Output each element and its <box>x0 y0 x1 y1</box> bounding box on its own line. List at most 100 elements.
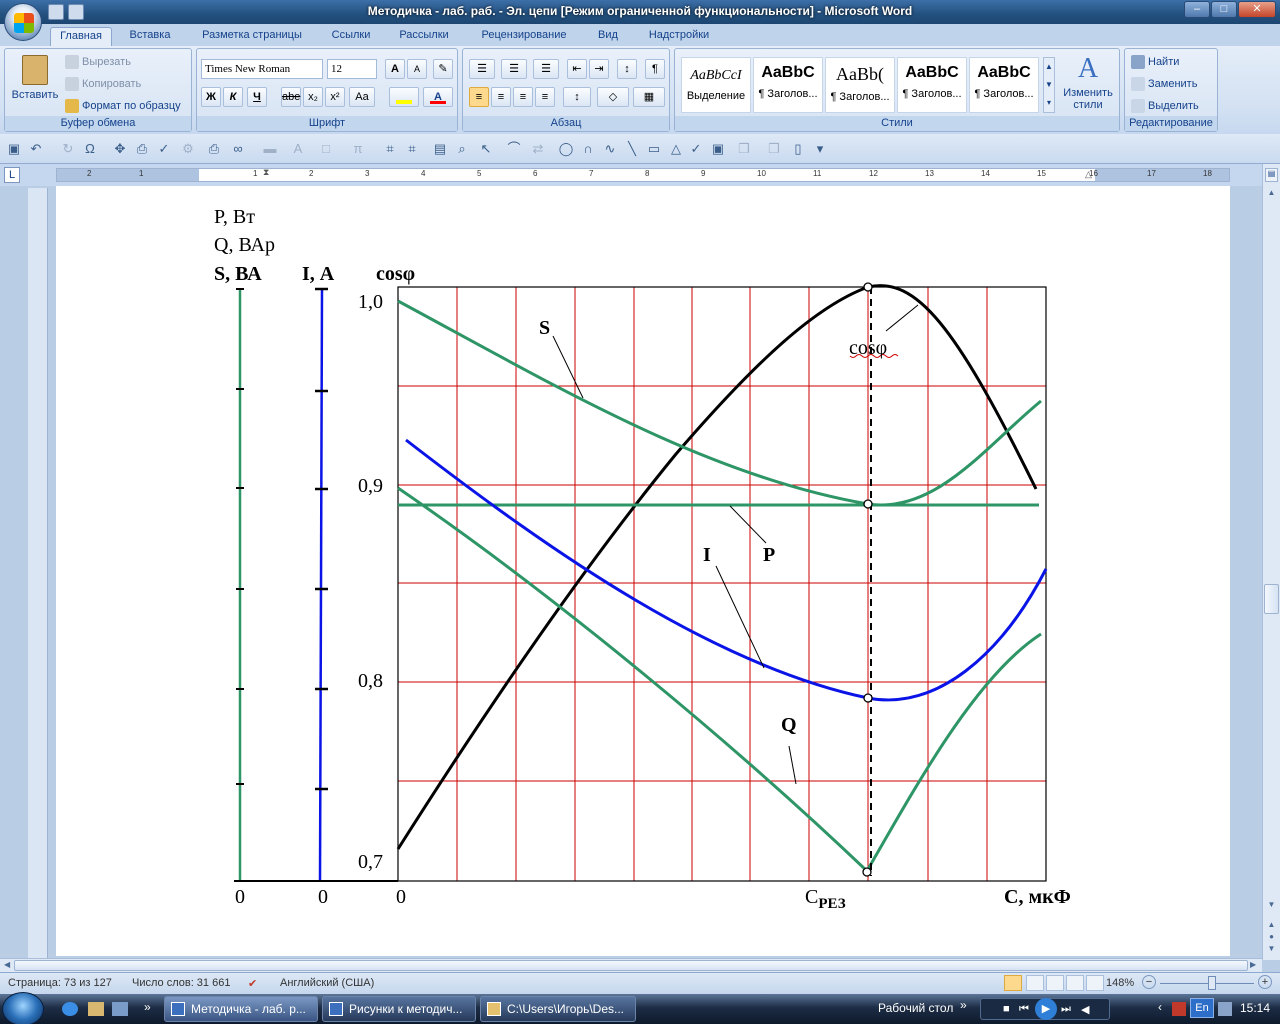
style-heading-2[interactable]: AaBb(¶ Заголов... <box>825 57 895 113</box>
next-page-icon[interactable]: ▼ <box>1265 944 1278 956</box>
tab-view[interactable]: Вид <box>588 27 628 46</box>
align-left-icon[interactable]: ≡ <box>469 87 489 107</box>
show-desktop-icon[interactable] <box>112 1002 128 1016</box>
justify-icon[interactable]: ≡ <box>535 87 555 107</box>
scroll-down-icon[interactable]: ▼ <box>1265 900 1278 914</box>
save-icon[interactable]: ▣ <box>6 141 22 157</box>
paste-button[interactable]: Вставить <box>9 53 61 113</box>
curve-icon[interactable]: ⌒ <box>506 141 522 157</box>
font-size-combo[interactable]: 12 <box>327 59 377 79</box>
format-painter-button[interactable]: Формат по образцу <box>65 97 181 115</box>
tray-expand-icon[interactable]: ‹ <box>1158 1000 1162 1014</box>
find-button[interactable]: Найти <box>1131 53 1179 71</box>
media-player-toolbar[interactable]: ■ ⏮ ▶ ⏭ ◀ <box>980 998 1110 1020</box>
zoom-icon[interactable]: ⌕ <box>454 141 470 157</box>
group-icon[interactable]: ⌗ <box>382 141 398 157</box>
strikethrough-button[interactable]: abe <box>281 87 301 107</box>
minimize-button[interactable]: – <box>1184 1 1210 18</box>
task-explorer[interactable]: C:\Users\Игорь\Des... <box>480 996 636 1022</box>
zoom-in-icon[interactable]: + <box>1258 975 1272 989</box>
connector-icon[interactable]: ⇄ <box>530 141 546 157</box>
ruler-toggle-icon[interactable]: ▤ <box>1265 168 1278 182</box>
pi-icon[interactable]: π <box>350 141 366 157</box>
more-icon[interactable]: » <box>144 1000 151 1014</box>
ie-icon[interactable] <box>62 1002 78 1016</box>
tab-review[interactable]: Рецензирование <box>468 27 580 46</box>
office-button[interactable] <box>4 3 42 41</box>
network-icon[interactable] <box>1218 1002 1232 1016</box>
hscroll-thumb[interactable] <box>14 960 1248 971</box>
bold-button[interactable]: Ж <box>201 87 221 107</box>
volume-icon[interactable]: ◀ <box>1081 1003 1089 1016</box>
tab-page-layout[interactable]: Разметка страницы <box>192 27 312 46</box>
zoom-slider[interactable] <box>1160 983 1254 984</box>
decrease-indent-icon[interactable]: ⇤ <box>567 59 587 79</box>
word-counter[interactable]: Число слов: 31 661 <box>132 977 230 989</box>
shading-icon[interactable]: ◇ <box>597 87 629 107</box>
close-button[interactable]: ✕ <box>1238 1 1276 18</box>
customize-qat-icon[interactable]: ▾ <box>812 141 828 157</box>
task-word-2[interactable]: Рисунки к методич... <box>322 996 476 1022</box>
textbox-icon[interactable]: ▤ <box>432 141 448 157</box>
scroll-up-icon[interactable]: ▲ <box>1265 188 1278 202</box>
horizontal-scrollbar[interactable]: ◀ ▶ <box>0 958 1262 972</box>
show-marks-button[interactable]: ¶ <box>645 59 665 79</box>
subscript-button[interactable]: x₂ <box>303 87 323 107</box>
change-styles-button[interactable]: A Изменить стили <box>1059 53 1117 115</box>
prev-page-icon[interactable]: ▲ <box>1265 920 1278 932</box>
multilevel-list-icon[interactable]: ☰ <box>533 59 559 79</box>
line-icon[interactable]: ╲ <box>624 141 640 157</box>
prev-track-icon[interactable]: ⏮ <box>1019 1003 1029 1016</box>
font-color-button[interactable]: A <box>423 87 453 107</box>
draft-icon[interactable] <box>1086 975 1104 991</box>
style-heading-1[interactable]: AaBbC ¶ Заголов... <box>753 57 823 113</box>
stop-icon[interactable]: ■ <box>1003 1003 1010 1015</box>
italic-button[interactable]: К <box>223 87 243 107</box>
horizontal-ruler[interactable]: 2 1 1 2 3 4 5 6 7 8 9 10 11 12 13 14 15 16 17 18 ⧗ △ <box>56 167 1230 182</box>
right-indent-icon[interactable]: △ <box>1085 169 1092 180</box>
fill-icon[interactable]: ▬ <box>262 141 278 157</box>
underline-button[interactable]: Ч <box>247 87 267 107</box>
pointer-icon[interactable]: ↖ <box>478 141 494 157</box>
style-heading-3[interactable]: AaBbC ¶ Заголов... <box>897 57 967 113</box>
zoom-level[interactable]: 148% <box>1106 977 1134 989</box>
indent-marker-icon[interactable]: ⧗ <box>263 167 269 178</box>
align-center-icon[interactable]: ≡ <box>491 87 511 107</box>
page-counter[interactable]: Страница: 73 из 127 <box>8 977 112 989</box>
style-heading-4[interactable]: AaBbC ¶ Заголов... <box>969 57 1039 113</box>
select-browse-icon[interactable]: ● <box>1265 932 1278 944</box>
style-emphasis[interactable]: AaBbCcI Выделение <box>681 57 751 113</box>
sort-icon[interactable]: ↕ <box>617 59 637 79</box>
next-track-icon[interactable]: ⏭ <box>1061 1003 1071 1016</box>
replace-button[interactable]: Заменить <box>1131 75 1197 93</box>
arrange-icon[interactable]: ❐ <box>736 141 752 157</box>
outline-icon[interactable] <box>1066 975 1084 991</box>
task-word-1[interactable]: Методичка - лаб. р... <box>164 996 318 1022</box>
tab-references[interactable]: Ссылки <box>322 27 380 46</box>
format-icon[interactable]: ⚙ <box>180 141 196 157</box>
symbol-icon[interactable]: Ω <box>82 141 98 157</box>
full-screen-icon[interactable] <box>1026 975 1044 991</box>
styles-scroll[interactable]: ▲ ▼ ▾ <box>1043 57 1055 113</box>
tab-selector[interactable]: L <box>4 167 20 183</box>
scroll-thumb[interactable] <box>1264 584 1279 614</box>
proofing-icon[interactable]: ✔ <box>248 977 257 990</box>
oval-icon[interactable]: ◯ <box>558 141 574 157</box>
picture-icon[interactable]: ▣ <box>710 141 726 157</box>
numbering-icon[interactable]: ☰ <box>501 59 527 79</box>
desktop-more-icon[interactable]: » <box>960 998 967 1012</box>
cut-button[interactable]: Вырезать <box>65 53 131 71</box>
vertical-scrollbar[interactable]: ▤ ▲ ▼ ▲ ● ▼ <box>1262 164 1280 960</box>
save-icon[interactable] <box>48 4 64 20</box>
print-layout-icon[interactable] <box>1004 975 1022 991</box>
arc-icon[interactable]: ∩ <box>580 141 596 157</box>
align-right-icon[interactable]: ≡ <box>513 87 533 107</box>
play-icon[interactable]: ▶ <box>1035 998 1057 1020</box>
shrink-font-button[interactable]: A <box>407 59 427 79</box>
link-icon[interactable]: ∞ <box>230 141 246 157</box>
language-indicator[interactable]: En <box>1190 998 1214 1018</box>
text-effect-icon[interactable]: A <box>290 141 306 157</box>
increase-indent-icon[interactable]: ⇥ <box>589 59 609 79</box>
highlight-button[interactable] <box>389 87 419 107</box>
borders-icon[interactable]: ▦ <box>633 87 665 107</box>
